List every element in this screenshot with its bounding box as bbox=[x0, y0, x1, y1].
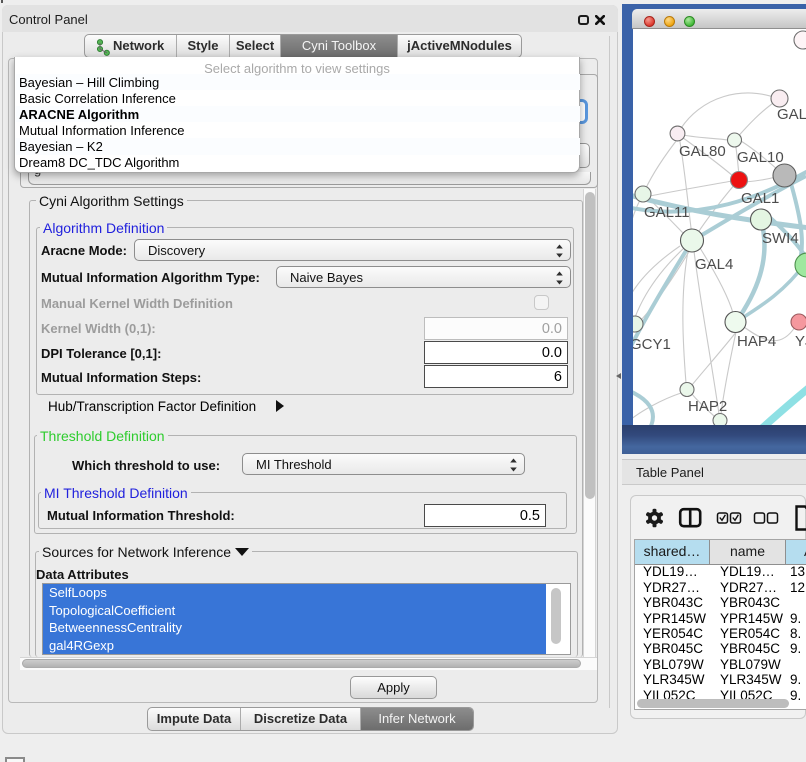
svg-text:GAL10: GAL10 bbox=[737, 149, 784, 166]
svg-text:YJ: YJ bbox=[795, 333, 806, 350]
svg-text:SWI4: SWI4 bbox=[762, 230, 799, 247]
svg-text:GAL11: GAL11 bbox=[644, 204, 690, 221]
svg-text:GAL2: GAL2 bbox=[777, 106, 806, 123]
svg-text:HAP2: HAP2 bbox=[688, 398, 727, 415]
svg-text:GAL80: GAL80 bbox=[679, 143, 726, 160]
svg-text:GCY1: GCY1 bbox=[633, 336, 671, 353]
svg-text:HAP4: HAP4 bbox=[737, 333, 776, 350]
svg-text:GAL4: GAL4 bbox=[695, 256, 733, 273]
svg-text:GAL1: GAL1 bbox=[741, 190, 779, 207]
